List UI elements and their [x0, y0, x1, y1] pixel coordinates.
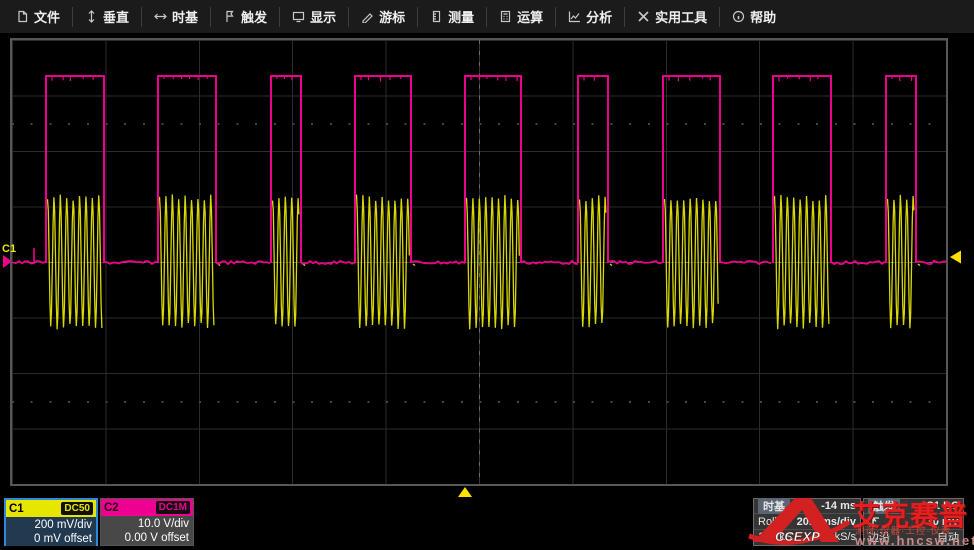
menu-item-label: 文件 [34, 7, 60, 26]
menu-item-label: 垂直 [103, 7, 129, 26]
menu-item-label: 游标 [379, 7, 405, 26]
menu-item-label: 运算 [517, 7, 543, 26]
help-icon [732, 10, 745, 23]
trigger-source: C1 DC [926, 500, 959, 512]
channel2-info-box[interactable]: C2 DC1M 10.0 V/div 0.00 V offset [100, 498, 194, 546]
menu-bar: 文件 垂直 时基 触发 显示 游标 测量 运算 分析 实用工具 帮助 [0, 0, 974, 33]
trigger-label: 触发 [868, 498, 900, 514]
menu-item-vertical[interactable]: 垂直 [73, 0, 141, 33]
waveform-display[interactable] [10, 38, 948, 486]
trigger-position-marker[interactable] [458, 487, 472, 497]
channel1-offset: 0 mV offset [6, 532, 92, 546]
channel1-name: C1 [9, 503, 24, 515]
trigger-mode: 自动 [937, 529, 959, 545]
menu-item-math[interactable]: 运算 [487, 0, 555, 33]
math-icon [499, 10, 512, 23]
menu-item-label: 帮助 [750, 7, 776, 26]
timebase-scale: 20.0 ms/div [797, 516, 856, 528]
channel1-scale: 200 mV/div [6, 518, 92, 532]
trigger-level: 30 mV [927, 516, 959, 528]
menu-item-measure[interactable]: 测量 [418, 0, 486, 33]
c1-position-marker[interactable]: C1 [2, 243, 16, 255]
menu-item-help[interactable]: 帮助 [720, 0, 788, 33]
menu-item-utility[interactable]: 实用工具 [625, 0, 719, 33]
menu-item-trigger[interactable]: 触发 [211, 0, 279, 33]
timebase-mode: Roll [758, 516, 777, 528]
trigger-type: 边沿 [868, 529, 890, 545]
menu-item-label: 测量 [448, 7, 474, 26]
menu-item-timebase[interactable]: 时基 [142, 0, 210, 33]
channel2-name: C2 [104, 502, 119, 514]
menu-item-label: 实用工具 [655, 7, 707, 26]
vertical-icon [85, 10, 98, 23]
timebase-icon [154, 10, 167, 23]
menu-item-display[interactable]: 显示 [280, 0, 348, 33]
trigger-level-marker[interactable] [950, 251, 961, 264]
utility-icon [637, 10, 650, 23]
channel2-coupling-badge: DC1M [156, 501, 190, 514]
menu-item-label: 时基 [172, 7, 198, 26]
menu-item-file[interactable]: 文件 [4, 0, 72, 33]
channel1-info-box[interactable]: C1 DC50 200 mV/div 0 mV offset [4, 498, 98, 546]
menu-item-cursor[interactable]: 游标 [349, 0, 417, 33]
timebase-delay: -14 ms [821, 500, 856, 512]
channel2-offset: 0.00 V offset [101, 531, 189, 545]
trigger-icon [223, 10, 236, 23]
display-icon [292, 10, 305, 23]
timebase-info-box[interactable]: 时基 -14 ms Roll 20.0 ms/div 100 kS 500 kS… [753, 498, 861, 546]
analysis-icon [568, 10, 581, 23]
timebase-samplerate: 500 kS/s [813, 531, 856, 543]
center-horizontal-axis [12, 262, 946, 263]
trigger-info-box[interactable]: 触发 C1 DC 30 mV 边沿 自动 [863, 498, 964, 546]
menu-item-analysis[interactable]: 分析 [556, 0, 624, 33]
menu-item-label: 触发 [241, 7, 267, 26]
channel1-coupling-badge: DC50 [61, 502, 93, 515]
rising-edge-icon [868, 516, 881, 528]
cursor-icon [361, 10, 374, 23]
file-icon [16, 10, 29, 23]
channel2-scale: 10.0 V/div [101, 517, 189, 531]
timebase-points: 100 kS [758, 531, 792, 543]
menu-item-label: 分析 [586, 7, 612, 26]
timebase-label: 时基 [758, 498, 790, 514]
measure-icon [430, 10, 443, 23]
menu-item-label: 显示 [310, 7, 336, 26]
